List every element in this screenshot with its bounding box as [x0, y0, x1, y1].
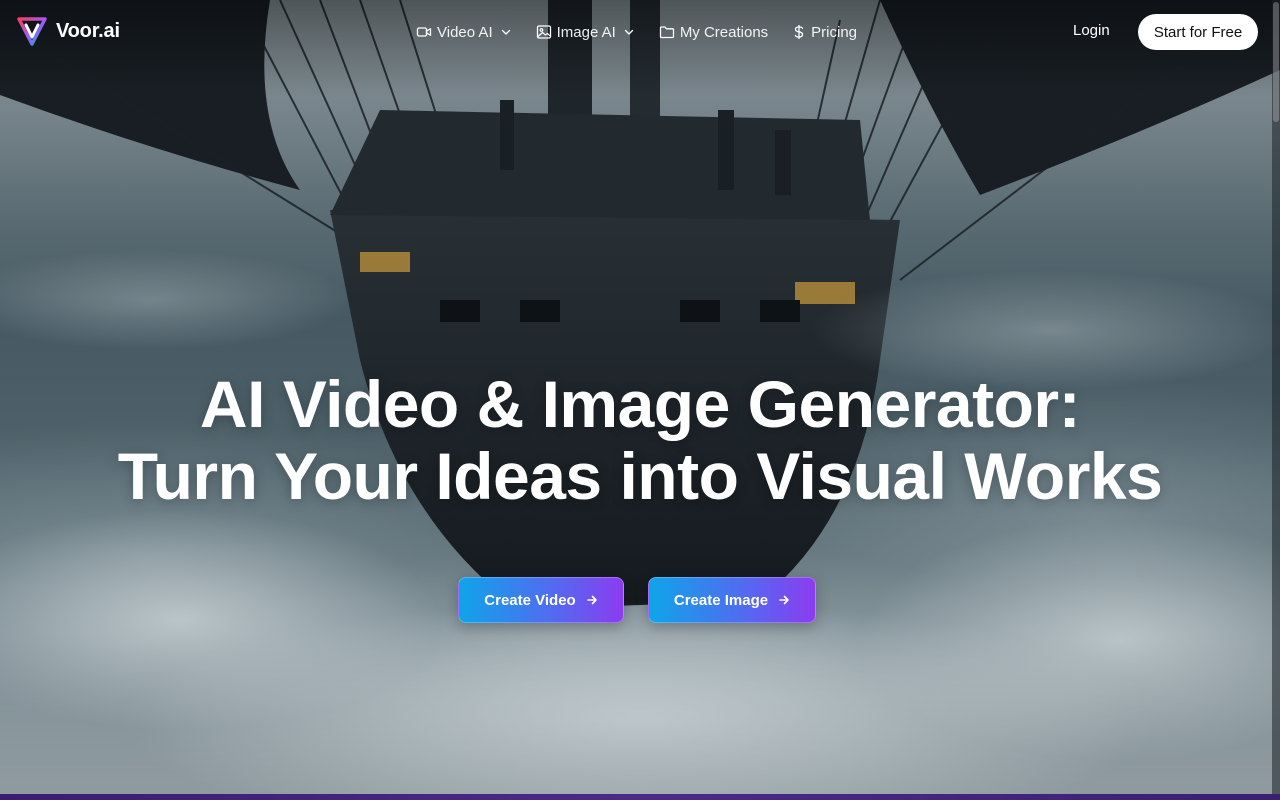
nav-video-ai[interactable]: Video AI [416, 24, 512, 41]
main-nav: Video AI Image AI My Creations Pricing [416, 20, 857, 44]
login-link[interactable]: Login [1073, 22, 1110, 39]
create-image-label: Create Image [673, 591, 769, 609]
nav-my-creations[interactable]: My Creations [659, 24, 768, 41]
image-icon [536, 25, 551, 39]
hero-title-line-2: Turn Your Ideas into Visual Works [117, 439, 1163, 513]
start-for-free-button[interactable]: Start for Free [1138, 14, 1258, 50]
next-section-edge [0, 794, 1280, 800]
arrow-right-icon [586, 595, 597, 605]
nav-image-ai[interactable]: Image AI [536, 24, 635, 41]
voor-logo-icon [17, 17, 47, 46]
create-video-button[interactable]: Create Video [458, 577, 624, 623]
nav-video-ai-label: Video AI [437, 23, 493, 41]
brand-logo-link[interactable]: Voor.ai [16, 15, 120, 47]
create-video-label: Create Video [484, 591, 576, 609]
video-camera-icon [416, 27, 432, 37]
arrow-right-icon [779, 595, 789, 605]
hero-title: AI Video & Image Generator: Turn Your Id… [0, 368, 1280, 512]
create-image-button[interactable]: Create Image [648, 577, 816, 623]
nav-pricing-label: Pricing [811, 23, 858, 41]
hero-title-line-1: AI Video & Image Generator: [199, 367, 1081, 441]
top-navbar: Voor.ai Video AI Image AI My Creations P… [0, 0, 1280, 64]
nav-my-creations-label: My Creations [679, 23, 769, 41]
dollar-icon [795, 25, 804, 39]
nav-pricing[interactable]: Pricing [792, 24, 857, 41]
nav-image-ai-label: Image AI [556, 23, 616, 41]
chevron-down-icon [501, 29, 510, 35]
chevron-down-icon [624, 29, 634, 35]
brand-name: Voor.ai [56, 19, 120, 42]
folder-icon [659, 26, 674, 39]
